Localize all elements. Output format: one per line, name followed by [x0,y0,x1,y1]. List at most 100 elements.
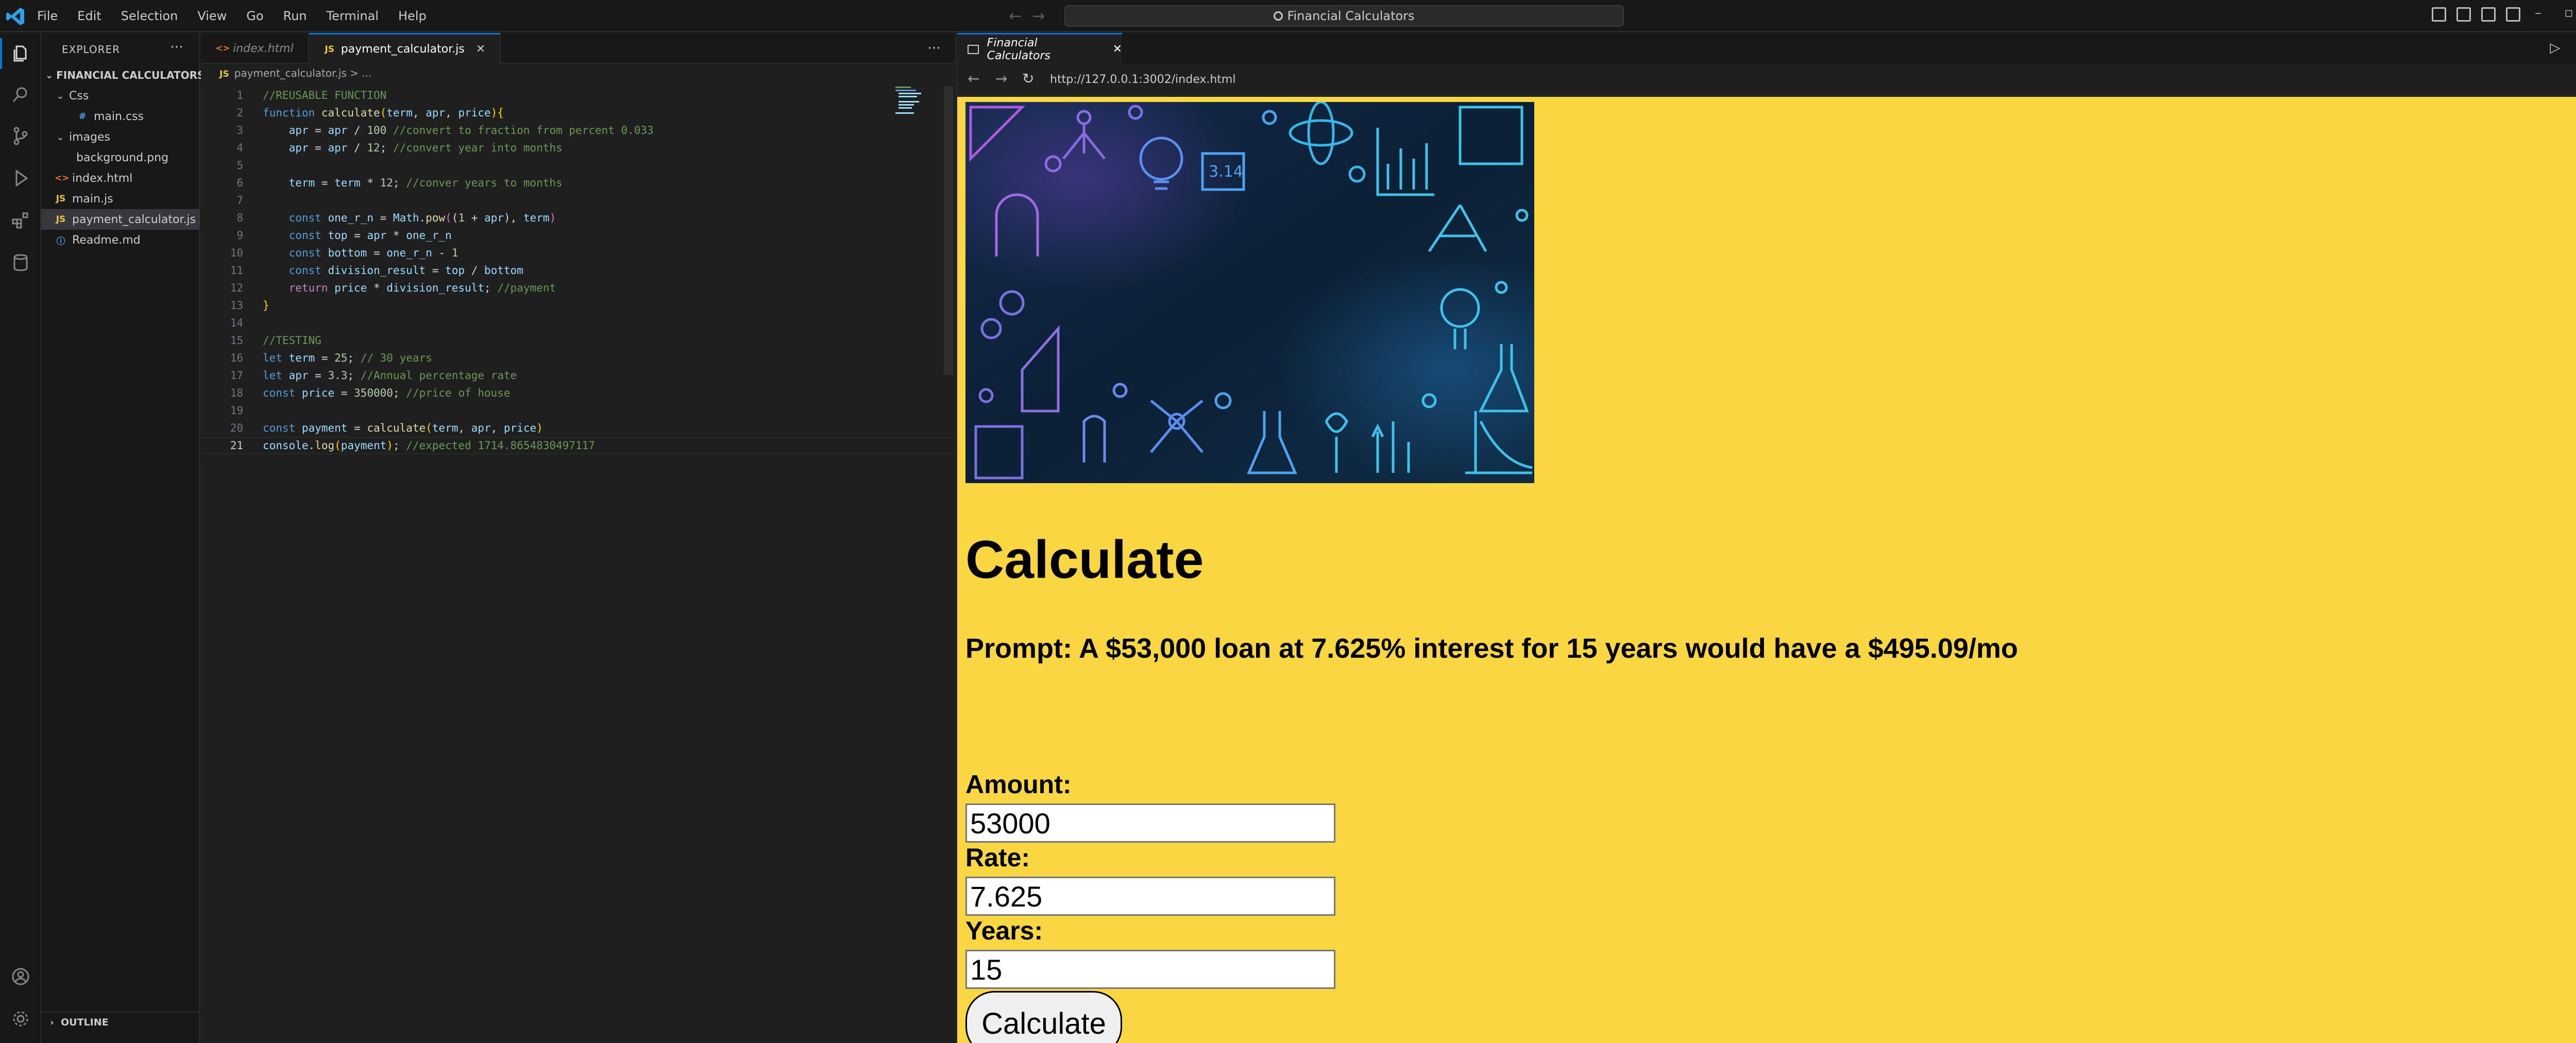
file-tree: ⌄ FINANCIAL CALCULATORS ⌄ Css # main.css… [41,65,205,250]
menu-file[interactable]: File [37,9,58,23]
chevron-right-icon: › [50,1017,54,1028]
code-line: 10 const bottom = one_r_n - 1 [201,244,954,262]
code-line: 11 const division_result = top / bottom [201,262,954,279]
line-number: 18 [230,387,243,399]
file-label: index.html [72,172,133,185]
customize-layout-icon[interactable] [2506,7,2520,22]
file-payment-calculator-js[interactable]: JS payment_calculator.js [41,209,200,230]
browser-globe-icon [968,44,979,54]
code-line: 13} [201,297,954,314]
search-icon[interactable] [10,84,31,105]
line-number: 6 [236,177,243,189]
folder-images[interactable]: ⌄ images [41,127,200,147]
run-debug-icon[interactable] [10,168,31,189]
settings-gear-icon[interactable] [10,1008,31,1029]
code-line: 5 [201,157,954,174]
code-line: 8 const one_r_n = Math.pow((1 + apr), te… [201,209,954,227]
years-label: Years: [965,916,1043,945]
menu-edit[interactable]: Edit [77,9,101,23]
extensions-icon[interactable] [10,210,31,231]
code-line: 4 apr = apr / 12; //convert year into mo… [201,139,954,157]
toggle-secondary-sidebar-icon[interactable] [2481,7,2496,22]
rate-input[interactable] [965,877,1335,916]
close-icon[interactable]: ✕ [1113,43,1122,56]
source-control-icon[interactable] [10,126,31,146]
years-input[interactable] [965,950,1335,989]
address-bar: ← → ↻ http://127.0.0.1:3002/index.html [957,64,2576,96]
toggle-panel-icon[interactable] [2456,7,2471,22]
menu-go[interactable]: Go [246,9,263,23]
more-actions-icon[interactable]: ⋯ [927,40,941,56]
line-number: 14 [230,317,243,329]
more-actions-icon[interactable]: ⋯ [170,39,183,55]
editor-scrollbar[interactable] [944,87,953,375]
close-icon[interactable]: ✕ [476,43,485,56]
line-number: 8 [236,212,243,224]
forward-arrow-icon[interactable]: → [1032,7,1055,25]
folder-css[interactable]: ⌄ Css [41,86,200,106]
url-input[interactable]: http://127.0.0.1:3002/index.html [1050,71,2576,89]
toggle-sidebar-icon[interactable] [2432,7,2446,22]
file-label: Readme.md [72,233,141,247]
js-file-icon: JS [56,214,66,225]
account-icon[interactable] [10,966,31,987]
amount-input[interactable] [965,803,1335,843]
forward-arrow-icon[interactable]: → [995,70,1007,87]
browser-tab-strip: Financial Calculators ✕ ▷ ▥ ⋯ [957,33,2576,64]
reload-icon[interactable]: ↻ [1022,70,1034,87]
chevron-down-icon: ⌄ [56,131,64,143]
menu-selection[interactable]: Selection [121,9,178,23]
run-icon[interactable]: ▷ [2550,40,2560,56]
explorer-icon[interactable] [10,43,31,64]
tab-financial-calculators[interactable]: Financial Calculators ✕ [957,33,1122,64]
line-number: 17 [230,369,243,382]
outline-label: OUTLINE [61,1017,109,1028]
file-main-js[interactable]: JS main.js [41,189,200,209]
code-line: 7 [201,192,954,209]
info-file-icon: ⓘ [56,236,65,247]
code-line: 14 [201,314,954,332]
menu-run[interactable]: Run [283,9,307,23]
browser-tab-label: Financial Calculators [987,36,1050,62]
command-center-search[interactable]: Financial Calculators [1064,5,1624,27]
window-controls: – ▫ ✕ [2535,5,2576,21]
amount-label: Amount: [965,770,1072,799]
code-line: 2 function calculate(term, apr, price){ [201,104,954,122]
file-background-png[interactable]: background.png [41,147,200,168]
layout-controls [2432,7,2520,22]
code-lines[interactable]: 1//REUSABLE FUNCTION 2 function calculate… [201,87,954,454]
tab-index-html[interactable]: <> index.html [201,33,309,64]
line-number: 10 [230,247,243,259]
menu-terminal[interactable]: Terminal [327,9,379,23]
project-folder[interactable]: ⌄ FINANCIAL CALCULATORS [41,65,205,86]
outline-section[interactable]: › OUTLINE [41,1012,200,1032]
menu-help[interactable]: Help [398,9,427,23]
chevron-down-icon: ⌄ [56,90,64,101]
file-main-css[interactable]: # main.css [41,106,200,127]
code-editor: <> index.html JS payment_calculator.js ✕… [201,33,954,1043]
code-line: 18 const price = 350000; //price of house [201,384,954,402]
line-number: 21 [230,439,243,452]
tab-payment-calculator-js[interactable]: JS payment_calculator.js ✕ [309,33,501,64]
minimap[interactable] [895,87,923,117]
browser-preview: Financial Calculators ✕ ▷ ▥ ⋯ ← → ↻ http… [956,33,2576,1043]
prompt-text: Prompt: A $53,000 loan at 7.625% interes… [965,633,2018,664]
code-line: 15//TESTING [201,332,954,349]
database-icon[interactable] [10,252,31,273]
calculate-button[interactable]: Calculate [965,991,1122,1043]
breadcrumb[interactable]: JS payment_calculator.js > ... [219,67,371,79]
command-center-label: Financial Calculators [1287,9,1415,23]
line-number: 7 [236,194,243,207]
line-number: 13 [230,299,243,312]
file-index-html[interactable]: <> index.html [41,168,200,189]
minimize-icon[interactable]: – [2535,5,2541,21]
menu-view[interactable]: View [197,9,227,23]
back-arrow-icon[interactable]: ← [1009,7,1032,25]
history-nav: ←→ [1009,7,1055,25]
web-page: 3.14 Calculate Prompt: A $53,000 loan at… [957,97,2576,1043]
activity-bar [0,33,41,1043]
file-readme-md[interactable]: ⓘ Readme.md [41,230,200,250]
line-number: 16 [230,352,243,364]
maximize-icon[interactable]: ▫ [2564,5,2573,21]
back-arrow-icon[interactable]: ← [968,70,979,87]
